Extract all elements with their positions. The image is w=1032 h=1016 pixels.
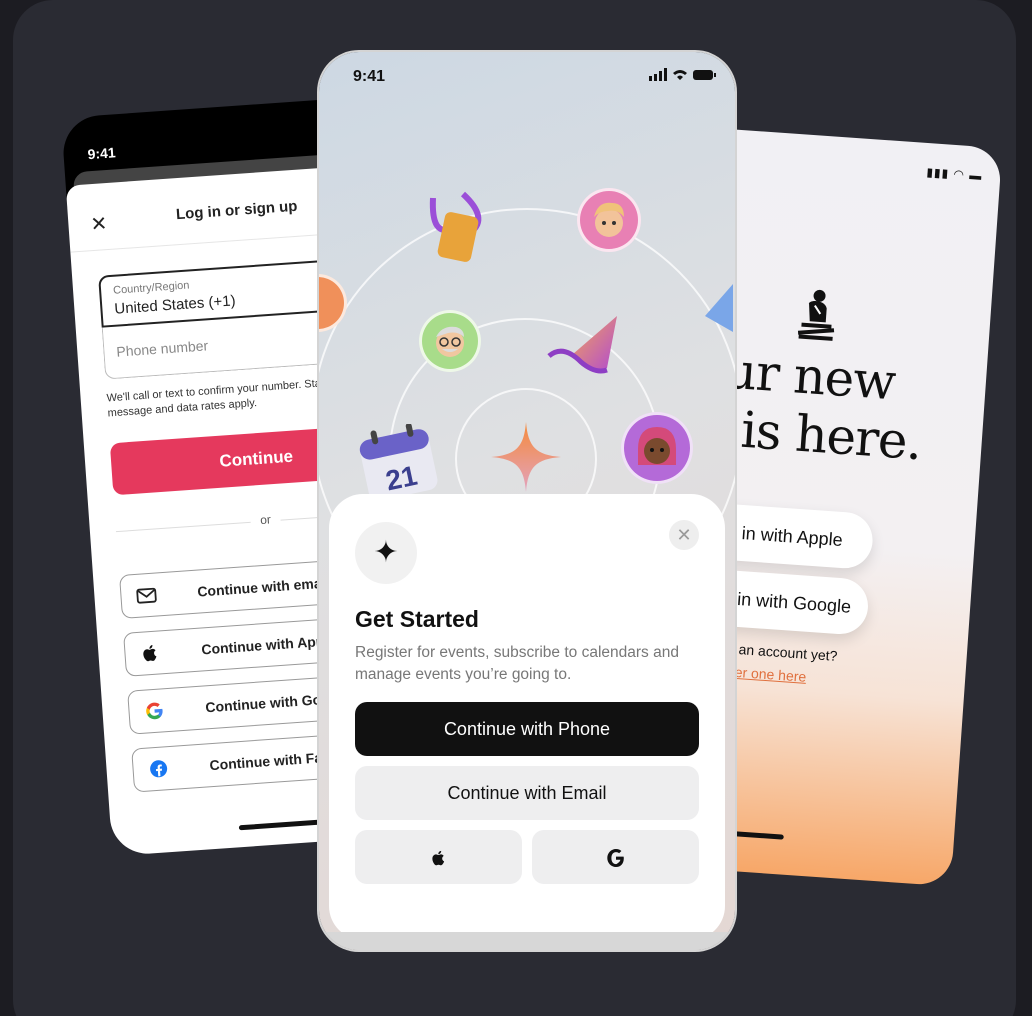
calendar-icon: 21 — [355, 422, 441, 505]
get-started-sheet: ✦ ✕ Get Started Register for events, sub… — [329, 494, 725, 941]
sheet-title: Get Started — [355, 606, 479, 632]
avatar-man-glasses-icon — [419, 310, 481, 372]
sparkle-icon: ✦ — [355, 522, 417, 584]
country-label: Country/Region — [112, 279, 190, 297]
status-time: 9:41 — [353, 68, 386, 85]
party-hat-icon — [543, 314, 623, 393]
status-icons — [649, 68, 717, 85]
continue-with-phone-button[interactable]: Continue with Phone — [355, 702, 699, 756]
avatar-girl-icon — [621, 412, 693, 484]
sheet-title: Log in or sign up — [175, 197, 298, 224]
google-icon — [606, 844, 626, 869]
status-icons: ▮▮▮ ◠ ▬ — [926, 165, 983, 183]
phone-placeholder: Phone number — [115, 337, 209, 360]
sheet-description: Register for events, subscribe to calend… — [355, 644, 679, 683]
showcase-card: 9:41 ✕ Log in or sign up Country/Region … — [13, 0, 1016, 1016]
google-icon — [143, 699, 166, 722]
avatar-boy-icon — [577, 188, 641, 252]
backpack-icon — [423, 188, 493, 273]
country-value: United States (+1) — [113, 292, 237, 318]
apple-sign-in-button[interactable] — [355, 830, 522, 884]
apple-icon — [139, 641, 162, 664]
google-sign-in-button[interactable] — [532, 830, 699, 884]
sparkle-logo-icon — [491, 422, 561, 497]
megaphone-icon — [703, 280, 735, 345]
mail-icon — [135, 583, 158, 606]
apple-icon — [429, 844, 449, 869]
center-phone: 9:41 21 ✦ ✕ Get Started Register for eve… — [319, 52, 735, 950]
thinker-logo-icon — [794, 286, 838, 343]
close-icon[interactable]: ✕ — [669, 520, 699, 550]
facebook-icon — [147, 757, 170, 780]
close-icon[interactable]: ✕ — [90, 211, 108, 237]
status-time: 9:41 — [87, 144, 117, 163]
continue-with-email-button[interactable]: Continue with Email — [355, 766, 699, 820]
calendar-day: 21 — [383, 460, 420, 497]
